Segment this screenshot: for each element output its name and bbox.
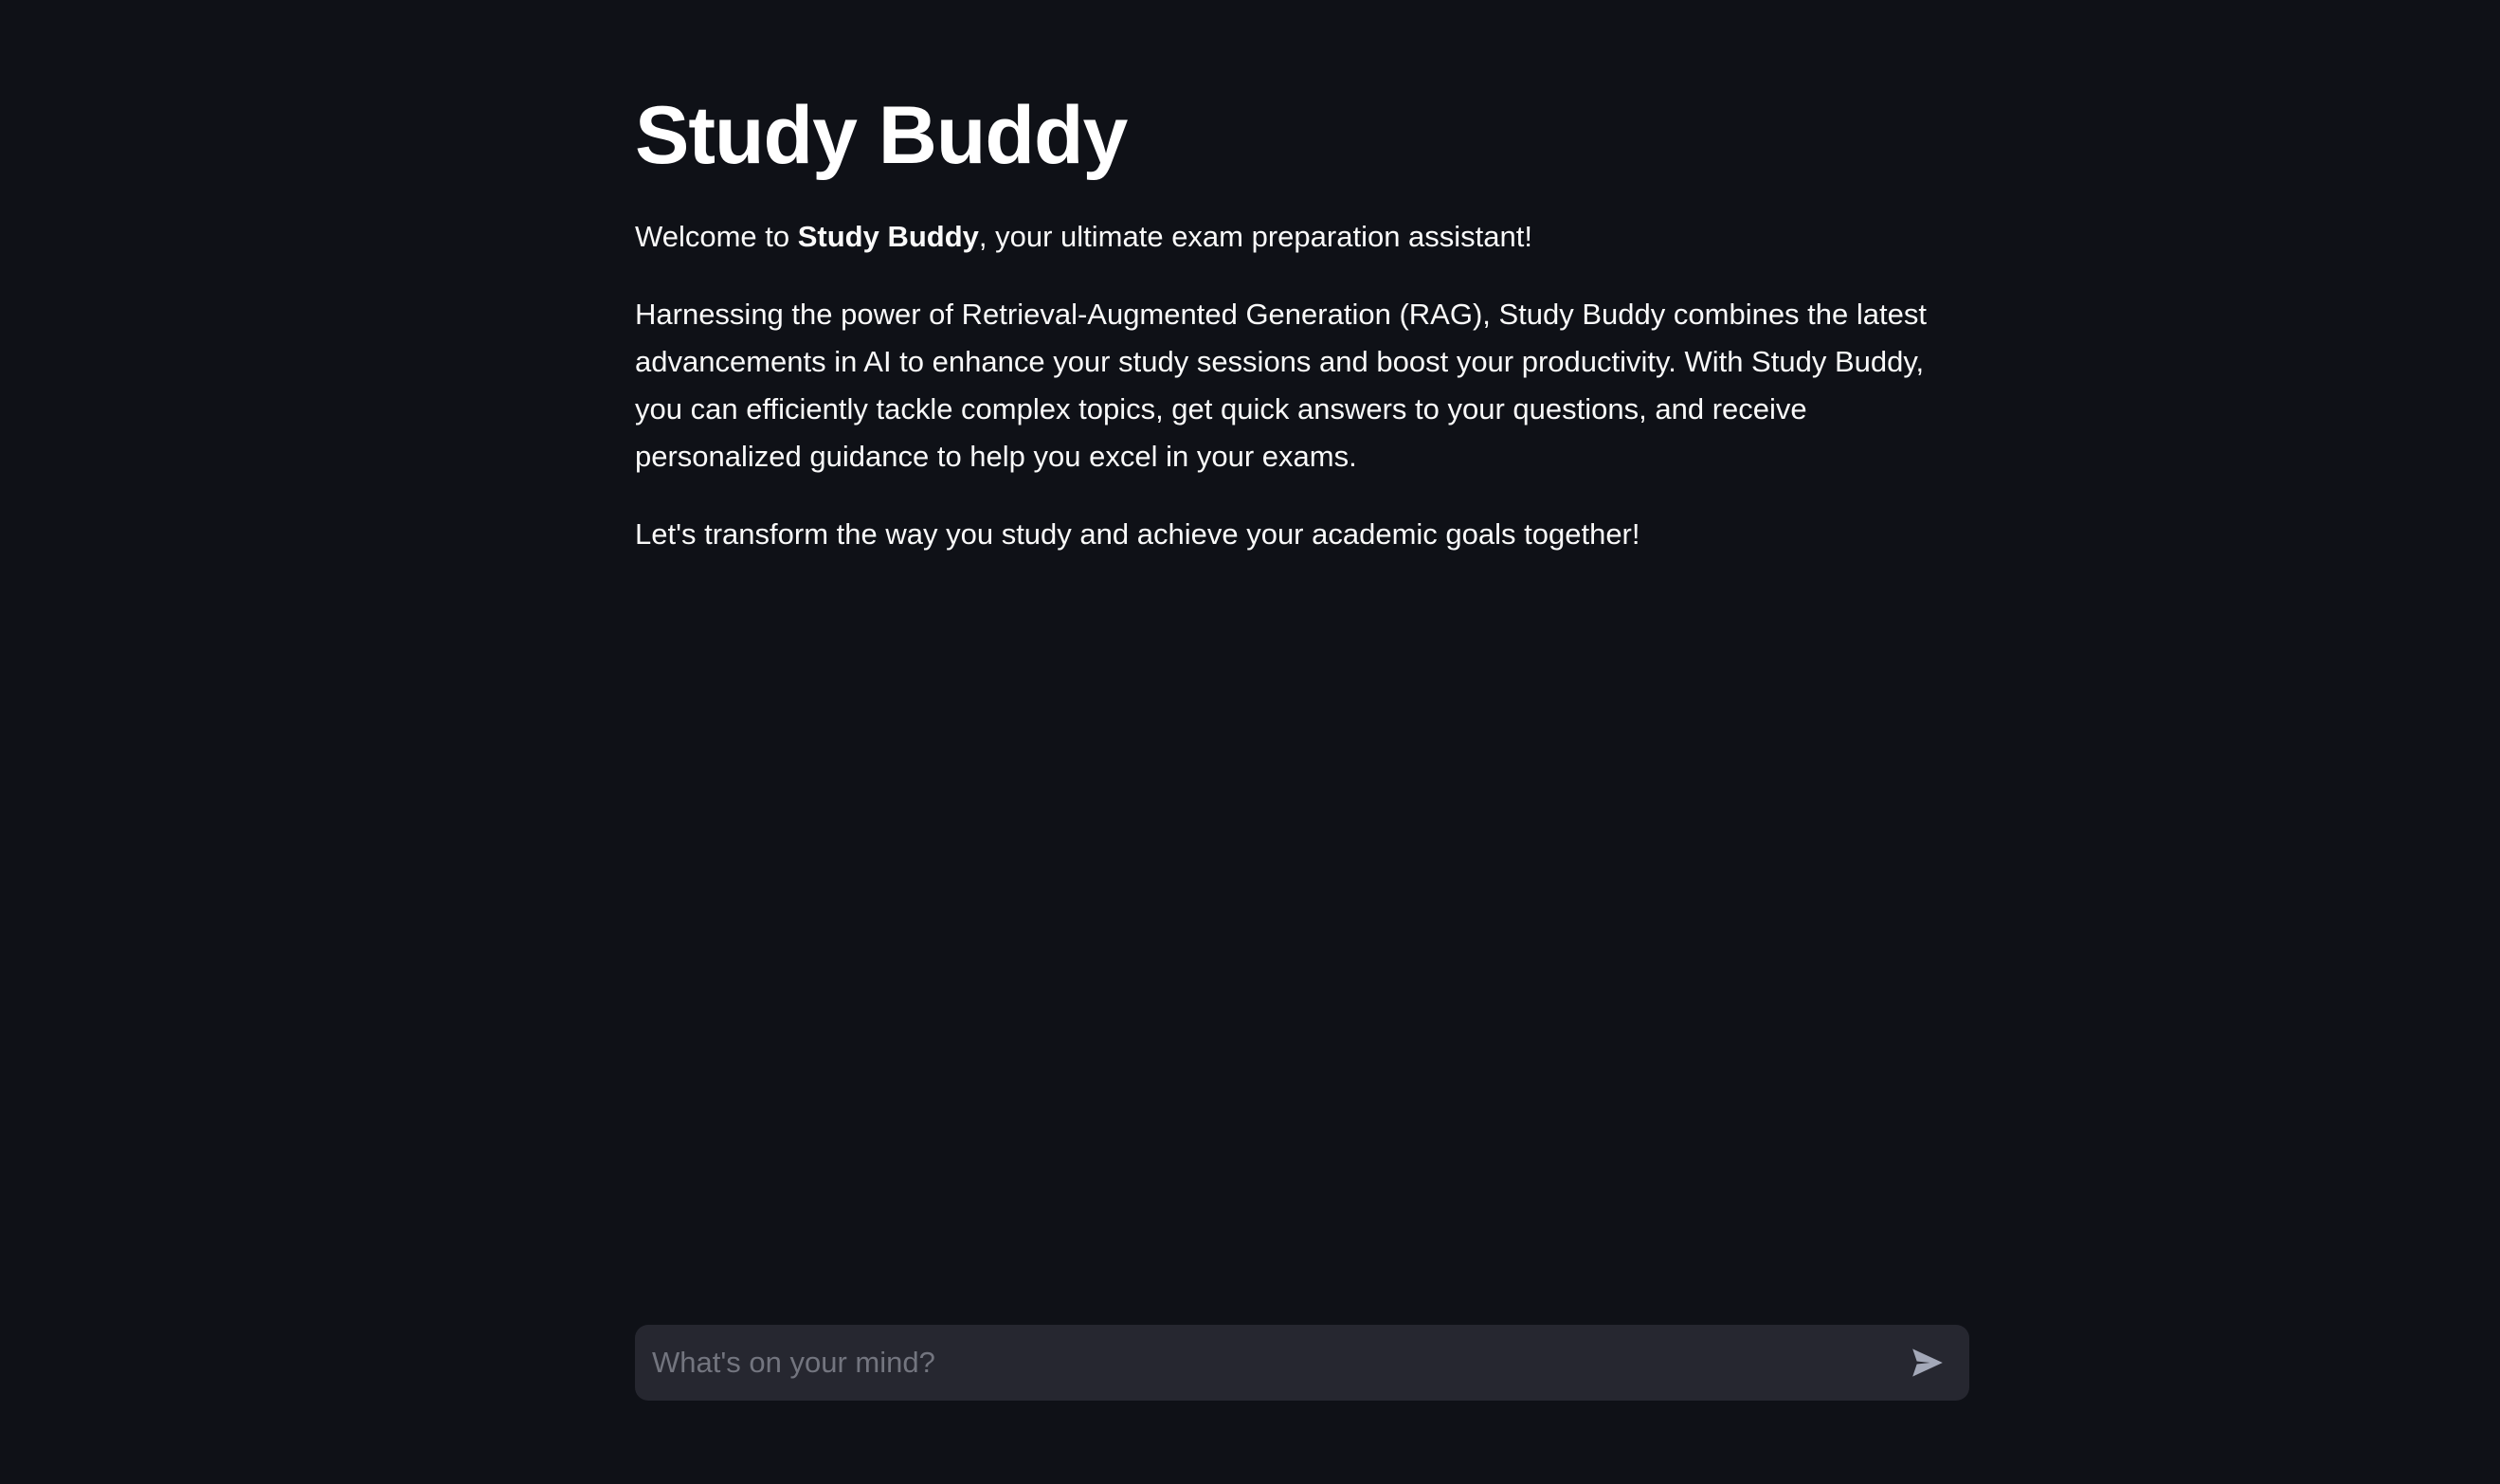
- send-button[interactable]: [1903, 1338, 1952, 1387]
- chat-input-bar: [635, 1325, 1969, 1401]
- welcome-prefix: Welcome to: [635, 220, 798, 253]
- closing-text: Let's transform the way you study and ac…: [635, 517, 1640, 551]
- send-icon: [1912, 1348, 1943, 1377]
- welcome-text: Welcome to Study Buddy, your ultimate ex…: [635, 213, 1962, 261]
- welcome-app-name: Study Buddy: [797, 220, 979, 253]
- welcome-suffix: , your ultimate exam preparation assista…: [978, 220, 1533, 253]
- page-title: Study Buddy: [635, 90, 1128, 181]
- chat-input[interactable]: [635, 1325, 1867, 1401]
- description-text: Harnessing the power of Retrieval-Augmen…: [635, 298, 1927, 473]
